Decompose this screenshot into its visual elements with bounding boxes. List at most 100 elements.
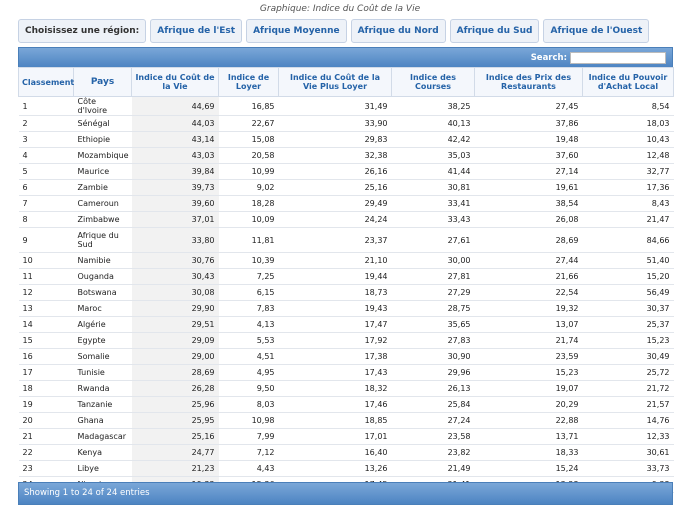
value-cell: 4,95 [218,364,279,381]
country-cell: Côte d'Ivoire [73,96,132,116]
value-cell: 13,26 [278,460,392,477]
country-cell: Zambie [73,179,132,196]
table-toolbar: Search: [18,47,673,67]
value-cell: 29,51 [131,316,219,333]
value-cell: 21,23 [131,460,219,477]
value-cell: 25,72 [582,364,674,381]
rank-cell: 12 [18,284,74,301]
country-cell: Tunisie [73,364,132,381]
table-row: 3 Ethiopie 43,14 15,08 29,83 42,42 19,48 10,43 [18,131,674,148]
country-cell: Maroc [73,300,132,317]
table-header-row: Classement Pays Indice du Coût de la Vie… [18,67,674,97]
value-cell: 7,25 [218,268,279,285]
country-cell: Ethiopie [73,131,132,148]
column-header-pays[interactable]: Pays [73,67,132,97]
search-input[interactable] [570,51,666,64]
value-cell: 21,66 [474,268,583,285]
value-cell: 27,24 [391,412,475,429]
value-cell: 42,42 [391,131,475,148]
table-row: 20 Ghana 25,95 10,98 18,85 27,24 22,88 14,76 [18,412,674,429]
value-cell: 4,43 [218,460,279,477]
table-row: 7 Cameroun 39,60 18,28 29,49 33,41 38,54 8,43 [18,195,674,212]
table-row: 15 Egypte 29,09 5,53 17,92 27,83 21,74 15,23 [18,332,674,349]
column-header-rent[interactable]: Indice de Loyer [218,67,279,97]
value-cell: 15,20 [582,268,674,285]
region-button-east[interactable]: Afrique de l'Est [150,19,243,43]
value-cell: 27,14 [474,163,583,180]
value-cell: 15,08 [218,131,279,148]
region-button-middle[interactable]: Afrique Moyenne [246,19,347,43]
rank-cell: 7 [18,195,74,212]
value-cell: 26,13 [391,380,475,397]
value-cell: 25,37 [582,316,674,333]
value-cell: 27,61 [391,227,475,253]
value-cell: 14,76 [582,412,674,429]
value-cell: 10,09 [218,211,279,228]
country-cell: Namibie [73,252,132,269]
value-cell: 21,74 [474,332,583,349]
value-cell: 28,69 [474,227,583,253]
value-cell: 17,47 [278,316,392,333]
column-header-groceries[interactable]: Indice des Courses [391,67,475,97]
rank-cell: 20 [18,412,74,429]
value-cell: 25,84 [391,396,475,413]
value-cell: 17,01 [278,428,392,445]
rank-cell: 10 [18,252,74,269]
country-cell: Somalie [73,348,132,365]
region-selector: Choisissez une région: Afrique de l'Est … [18,19,673,43]
table-row: 5 Maurice 39,84 10,99 26,16 41,44 27,14 32,77 [18,163,674,180]
rank-cell: 16 [18,348,74,365]
value-cell: 25,16 [278,179,392,196]
value-cell: 23,82 [391,444,475,461]
value-cell: 23,58 [391,428,475,445]
rank-cell: 18 [18,380,74,397]
column-header-purchasing-power[interactable]: Indice du Pouvoir d'Achat Local [582,67,674,97]
country-cell: Ghana [73,412,132,429]
column-header-restaurants[interactable]: Indice des Prix des Restaurants [474,67,583,97]
value-cell: 10,43 [582,131,674,148]
rank-cell: 9 [18,227,74,253]
value-cell: 32,38 [278,147,392,164]
value-cell: 38,25 [391,96,475,116]
table-row: 9 Afrique du Sud 33,80 11,81 23,37 27,61 28,69… [18,227,674,253]
value-cell: 17,92 [278,332,392,349]
table-row: 18 Rwanda 26,28 9,50 18,32 26,13 19,07 21,72 [18,380,674,397]
value-cell: 26,28 [131,380,219,397]
value-cell: 39,60 [131,195,219,212]
column-header-classement[interactable]: Classement [18,67,74,97]
value-cell: 19,44 [278,268,392,285]
region-button-south[interactable]: Afrique du Sud [449,19,540,43]
country-cell: Mozambique [73,147,132,164]
rank-cell: 4 [18,147,74,164]
value-cell: 22,54 [474,284,583,301]
value-cell: 6,15 [218,284,279,301]
country-cell: Botswana [73,284,132,301]
value-cell: 5,53 [218,332,279,349]
column-header-cost-plus-rent[interactable]: Indice du Coût de la Vie Plus Loyer [278,67,392,97]
value-cell: 8,43 [582,195,674,212]
chart-link[interactable]: Graphique: Indice du Coût de la Vie [0,4,680,14]
value-cell: 8,54 [582,96,674,116]
value-cell: 17,36 [582,179,674,196]
table-row: 8 Zimbabwe 37,01 10,09 24,24 33,43 26,08 21,47 [18,211,674,228]
rank-cell: 14 [18,316,74,333]
value-cell: 7,99 [218,428,279,445]
table-row: 14 Algérie 29,51 4,13 17,47 35,65 13,07 25,37 [18,316,674,333]
table-row: 22 Kenya 24,77 7,12 16,40 23,82 18,33 30,61 [18,444,674,461]
country-cell: Zimbabwe [73,211,132,228]
value-cell: 29,49 [278,195,392,212]
region-label: Choisissez une région: [18,19,147,43]
column-header-cost-of-living[interactable]: Indice du Coût de la Vie [131,67,219,97]
value-cell: 18,85 [278,412,392,429]
region-button-west[interactable]: Afrique de l'Ouest [543,19,650,43]
table-row: 17 Tunisie 28,69 4,95 17,43 29,96 15,23 25,72 [18,364,674,381]
value-cell: 33,80 [131,227,219,253]
value-cell: 39,84 [131,163,219,180]
data-table-container: Search: Classement Pays Indice du Coût d… [18,47,674,505]
region-button-north[interactable]: Afrique du Nord [350,19,446,43]
value-cell: 31,49 [278,96,392,116]
value-cell: 30,49 [582,348,674,365]
value-cell: 25,95 [131,412,219,429]
value-cell: 18,73 [278,284,392,301]
value-cell: 21,49 [391,460,475,477]
